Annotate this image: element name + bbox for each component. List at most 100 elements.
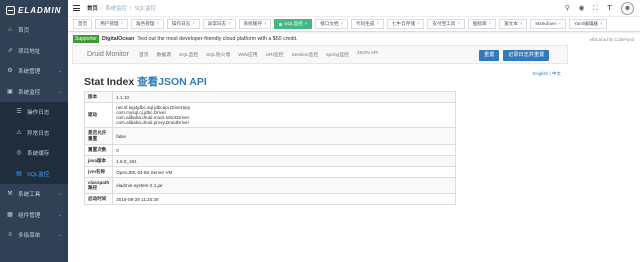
sidebar-item-label: SQL监控 [27,171,50,178]
druid-nav-link[interactable]: URI监控 [266,51,284,58]
close-icon[interactable]: × [192,20,194,28]
sidebar-item-label: 异常日志 [27,130,50,137]
sidebar-item-label: 系统监控 [18,89,41,96]
tag-item[interactable]: 图标库 × [467,19,497,29]
tag-item[interactable]: Markdown × [530,19,566,29]
sidebar-item-label: 多级菜单 [18,233,41,240]
sidebar: ELADMIN ⌂ 首页 ⇗ 项目地址 ⚙ 系统管理 ⌄ ▣ 系统监控 ⌄ ☰ 操作日志 ⚠ 异常日志 ◎ 系… [0,0,68,262]
sidebar-item[interactable]: ⚙ 系统管理 ⌄ [0,61,68,82]
tag-item[interactable]: 七牛云存储 × [386,19,425,29]
sidebar-item-label: 首页 [18,28,30,35]
sidebar-item[interactable]: ☰ 操作日志 [0,102,68,123]
sidebar-item[interactable]: ⌂ 首页 [0,20,68,41]
tag-label: Markdown [535,21,557,26]
close-icon[interactable]: × [559,20,561,28]
tag-item[interactable]: 接口文档 × [315,19,349,29]
gear-icon: ⚙ [7,68,13,75]
close-icon[interactable]: × [457,20,459,28]
close-icon[interactable]: × [377,20,379,28]
druid-nav-link[interactable]: spring监控 [326,51,349,58]
navbar-right: ⚲ ◉ ⛶ T ☻ [557,2,634,15]
ad-banner[interactable]: Supporter DigitalOcean Test out the most… [73,34,640,44]
close-icon[interactable]: × [121,20,123,28]
tag-label: 角色管理 [136,21,155,26]
close-icon[interactable]: × [305,20,307,28]
sidebar-item[interactable]: ≡ 多级菜单 ⌄ [0,225,68,246]
breadcrumb-home[interactable]: 首页 [87,6,98,12]
tag-item[interactable]: 角色管理 × [131,19,164,29]
value-line: 1.8.0_181 [116,158,137,164]
druid-nav-link[interactable]: SQL监控 [179,51,198,58]
druid-navbar: Druid Monitor 首页 数据源 SQL监控 SQL防火墙 Web应用 URI监控… [72,45,568,64]
font-size-icon[interactable]: T [606,5,613,12]
druid-brand[interactable]: Druid Monitor [87,51,129,58]
tag-item[interactable]: 操作日志 × [166,19,200,29]
tag-label: Yaml编辑器 [573,21,598,26]
close-icon[interactable]: × [264,20,266,28]
tag-item[interactable]: Yaml编辑器 × [568,19,608,29]
lang-chinese-link[interactable]: 中文 [552,71,561,76]
tag-item[interactable]: SQL监控 × [274,19,313,29]
json-api-link[interactable]: 查看JSON API [137,76,207,88]
druid-nav-link[interactable]: JSON API [357,51,379,58]
sidebar-item[interactable]: ▦ 组件管理 ⌄ [0,205,68,226]
row-key: jvm名称 [83,166,114,178]
ad-brand[interactable]: DigitalOcean [102,36,134,42]
sidebar-item[interactable]: ▤ SQL监控 [0,163,68,184]
tag-item[interactable]: 首页 [73,19,93,29]
close-icon[interactable]: × [228,20,230,28]
app-logo[interactable]: ELADMIN [0,0,68,20]
tag-item[interactable]: 系统缓存 × [238,19,272,29]
breadcrumb-current: SQL监控 [134,6,156,12]
reset-button[interactable]: 重置 [479,50,500,61]
tag-item[interactable]: 用户管理 × [95,19,129,29]
sidebar-item-label: 操作日志 [27,110,50,117]
log-icon: ☰ [16,109,22,116]
close-icon[interactable]: × [341,20,343,28]
druid-nav-link[interactable]: Session监控 [291,51,318,58]
sidebar-item-label: 组件管理 [18,212,41,219]
tag-item[interactable]: 支付宝工具 × [427,19,465,29]
sidebar-item-label: 项目地址 [18,48,41,55]
close-icon[interactable]: × [156,20,158,28]
row-key: 是否允许重置 [83,127,114,145]
sidebar-item[interactable]: ▣ 系统监控 ⌄ [0,82,68,103]
search-icon[interactable]: ⚲ [564,5,571,12]
breadcrumb-monitor[interactable]: 系统监控 [105,6,127,12]
sidebar-item[interactable]: ⇗ 项目地址 [0,41,68,62]
druid-nav-link[interactable]: 数据源 [157,51,171,58]
breadcrumb: 首页 / 系统监控 / SQL监控 [87,4,156,12]
druid-nav-link[interactable]: 首页 [139,51,149,58]
chevron-down-icon: ⌄ [57,232,62,239]
navbar: 首页 / 系统监控 / SQL监控 ⚲ ◉ ⛶ T ☻ [68,0,640,17]
close-icon[interactable]: × [520,20,522,28]
avatar[interactable]: ☻ [621,2,634,15]
sidebar-item-label: 系统工具 [18,192,41,199]
page-title-text: Stat Index [84,76,138,88]
hamburger-icon[interactable] [73,5,80,11]
tag-item[interactable]: 代码生成 × [351,19,384,29]
tag-label: 操作日志 [171,21,191,26]
close-icon[interactable]: × [417,20,419,28]
active-dot-icon [279,22,283,26]
reset-log-button[interactable]: 记录日志并重置 [503,50,550,61]
druid-nav-link[interactable]: Web应用 [238,51,257,58]
page-title: Stat Index 查看JSON API [84,74,207,89]
ethical-ad-link[interactable]: ethical ad by CodeFund [590,37,634,42]
ad-text[interactable]: Test out the most developer-friendly clo… [137,36,297,42]
close-icon[interactable]: × [600,20,602,28]
sql-icon: ▤ [16,170,22,177]
druid-nav-link[interactable]: SQL防火墙 [206,51,230,58]
tag-item[interactable]: 异常日志 × [202,19,236,29]
tag-label: 富文本 [504,21,518,26]
fullscreen-icon[interactable]: ⛶ [592,5,599,12]
github-icon[interactable]: ◉ [578,5,585,12]
sidebar-item[interactable]: ⚠ 异常日志 [0,122,68,143]
row-key: java版本 [83,155,114,167]
lang-english-link[interactable]: English [533,71,548,76]
tag-item[interactable]: 富文本 × [499,19,528,29]
sidebar-item[interactable]: ◎ 系统缓存 [0,143,68,164]
logo-mark-icon [6,5,15,15]
close-icon[interactable]: × [489,20,491,28]
sidebar-item[interactable]: ⚒ 系统工具 ⌄ [0,184,68,205]
